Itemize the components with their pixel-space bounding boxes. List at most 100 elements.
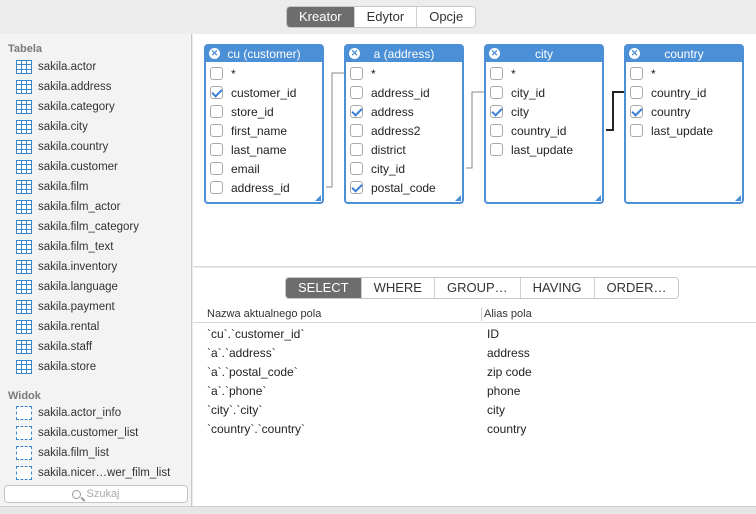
sidebar-table-item[interactable]: sakila.actor [16,58,96,76]
field-row[interactable]: country_id [490,121,566,140]
sidebar-table-item[interactable]: sakila.rental [16,318,99,336]
field-checkbox[interactable] [210,162,223,175]
column-header-field[interactable]: Nazwa aktualnego pola [207,308,321,320]
sidebar-table-item[interactable]: sakila.film_actor [16,198,120,216]
field-row[interactable]: * [210,64,236,83]
field-row[interactable]: * [490,64,516,83]
field-checkbox[interactable] [630,86,643,99]
field-checkbox[interactable] [210,86,223,99]
field-row[interactable]: * [350,64,376,83]
field-row[interactable]: customer_id [210,83,296,102]
field-row[interactable]: postal_code [350,178,436,197]
field-row[interactable]: city_id [490,83,545,102]
sidebar-table-item[interactable]: sakila.inventory [16,258,117,276]
field-checkbox[interactable] [210,67,223,80]
field-expression-cell[interactable]: `a`.`phone` [207,384,266,398]
field-row[interactable]: address2 [350,121,420,140]
tab-having[interactable]: HAVING [521,278,595,298]
field-checkbox[interactable] [630,124,643,137]
field-row[interactable]: city [490,102,529,121]
table-box-header[interactable]: ✕ country [626,46,742,62]
field-row[interactable]: country [630,102,690,121]
close-icon[interactable]: ✕ [489,48,500,59]
diagram-table-box[interactable]: ✕ city * city_id city country_id last_update [484,44,604,204]
tab-opcje[interactable]: Opcje [417,7,475,27]
resize-handle[interactable] [735,195,741,201]
field-row[interactable]: city_id [350,159,405,178]
field-expression-cell[interactable]: `cu`.`customer_id` [207,327,304,341]
column-header-alias[interactable]: Alias pola [484,308,532,320]
diagram-table-box[interactable]: ✕ a (address) * address_id address address2 di… [344,44,464,204]
field-checkbox[interactable] [630,105,643,118]
tab-select[interactable]: SELECT [286,278,362,298]
field-row[interactable]: last_name [210,140,286,159]
field-row[interactable]: email [210,159,260,178]
sidebar-table-item[interactable]: sakila.staff [16,338,92,356]
field-checkbox[interactable] [350,105,363,118]
tab-edytor[interactable]: Edytor [355,7,418,27]
field-checkbox[interactable] [350,86,363,99]
field-row[interactable]: last_update [490,140,573,159]
field-checkbox[interactable] [490,86,503,99]
field-checkbox[interactable] [210,105,223,118]
sidebar-table-item[interactable]: sakila.category [16,98,115,116]
resize-handle[interactable] [455,195,461,201]
resize-handle[interactable] [595,195,601,201]
table-row[interactable]: `a`.`address` address [193,343,756,362]
sidebar-view-item[interactable]: sakila.film_list [16,444,109,462]
field-checkbox[interactable] [350,181,363,194]
diagram-table-box[interactable]: ✕ cu (customer) * customer_id store_id first_… [204,44,324,204]
field-checkbox[interactable] [490,124,503,137]
table-box-header[interactable]: ✕ cu (customer) [206,46,322,62]
table-row[interactable]: `a`.`phone` phone [193,381,756,400]
sidebar-table-item[interactable]: sakila.film [16,178,88,196]
search-input[interactable]: Szukaj [4,485,188,503]
close-icon[interactable]: ✕ [629,48,640,59]
field-row[interactable]: address [350,102,414,121]
sidebar-table-item[interactable]: sakila.language [16,278,118,296]
sidebar-table-item[interactable]: sakila.film_text [16,238,113,256]
field-alias-cell[interactable]: address [487,346,530,360]
sidebar-table-item[interactable]: sakila.city [16,118,88,136]
sidebar-table-item[interactable]: sakila.country [16,138,108,156]
field-checkbox[interactable] [210,181,223,194]
tab-kreator[interactable]: Kreator [287,7,355,27]
resize-handle[interactable] [315,195,321,201]
field-checkbox[interactable] [210,143,223,156]
field-checkbox[interactable] [350,162,363,175]
sidebar-table-item[interactable]: sakila.customer [16,158,118,176]
query-diagram-canvas[interactable]: ✕ cu (customer) * customer_id store_id first_… [193,34,756,267]
field-row[interactable]: address_id [350,83,430,102]
field-row[interactable]: country_id [630,83,706,102]
column-divider[interactable] [481,308,482,321]
field-checkbox[interactable] [490,143,503,156]
field-row[interactable]: last_update [630,121,713,140]
table-row[interactable]: `country`.`country` country [193,419,756,438]
sidebar-view-item[interactable]: sakila.actor_info [16,404,121,422]
field-row[interactable]: store_id [210,102,274,121]
table-row[interactable]: `cu`.`customer_id` ID [193,324,756,343]
diagram-table-box[interactable]: ✕ country * country_id country last_update [624,44,744,204]
tab-group-by[interactable]: GROUP… [435,278,521,298]
field-checkbox[interactable] [350,143,363,156]
close-icon[interactable]: ✕ [349,48,360,59]
field-row[interactable]: address_id [210,178,290,197]
close-icon[interactable]: ✕ [209,48,220,59]
sidebar-table-item[interactable]: sakila.store [16,358,96,376]
field-alias-cell[interactable]: city [487,403,505,417]
field-row[interactable]: first_name [210,121,287,140]
field-checkbox[interactable] [210,124,223,137]
field-expression-cell[interactable]: `a`.`postal_code` [207,365,298,379]
field-row[interactable]: * [630,64,656,83]
table-row[interactable]: `city`.`city` city [193,400,756,419]
field-alias-cell[interactable]: zip code [487,365,532,379]
field-checkbox[interactable] [630,67,643,80]
table-row[interactable]: `a`.`postal_code` zip code [193,362,756,381]
table-box-header[interactable]: ✕ a (address) [346,46,462,62]
field-checkbox[interactable] [350,124,363,137]
field-checkbox[interactable] [350,67,363,80]
field-alias-cell[interactable]: phone [487,384,520,398]
sidebar-view-item[interactable]: sakila.nicer…wer_film_list [16,464,170,482]
field-checkbox[interactable] [490,67,503,80]
sidebar-view-item[interactable]: sakila.customer_list [16,424,138,442]
